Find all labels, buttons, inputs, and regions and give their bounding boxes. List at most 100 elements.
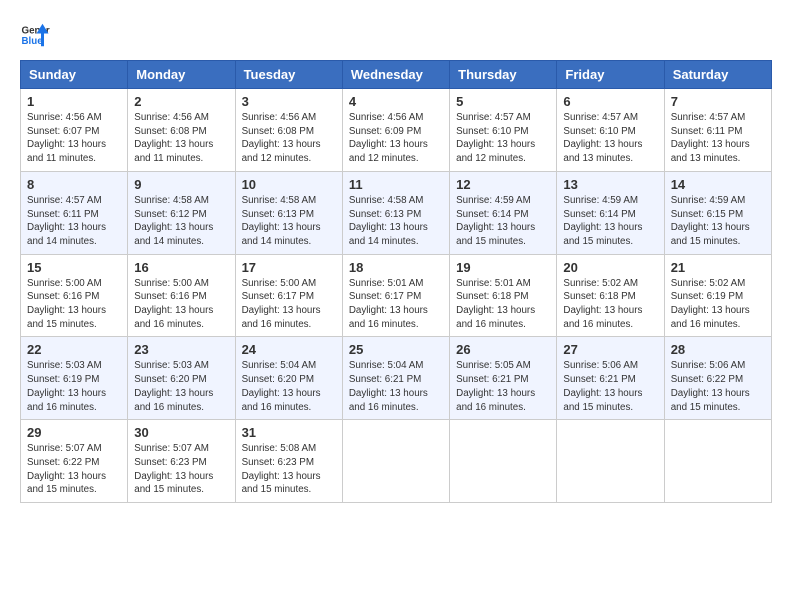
day-info: Sunrise: 5:02 AMSunset: 6:18 PMDaylight:… bbox=[563, 278, 642, 330]
day-info: Sunrise: 5:06 AMSunset: 6:21 PMDaylight:… bbox=[563, 360, 642, 412]
day-cell-22: 22 Sunrise: 5:03 AMSunset: 6:19 PMDaylig… bbox=[21, 337, 128, 420]
day-cell-5: 5 Sunrise: 4:57 AMSunset: 6:10 PMDayligh… bbox=[450, 89, 557, 172]
day-info: Sunrise: 5:07 AMSunset: 6:23 PMDaylight:… bbox=[134, 443, 213, 495]
day-info: Sunrise: 4:56 AMSunset: 6:07 PMDaylight:… bbox=[27, 112, 106, 164]
day-info: Sunrise: 5:01 AMSunset: 6:18 PMDaylight:… bbox=[456, 278, 535, 330]
day-number: 16 bbox=[134, 260, 228, 275]
day-number: 9 bbox=[134, 177, 228, 192]
day-cell-24: 24 Sunrise: 5:04 AMSunset: 6:20 PMDaylig… bbox=[235, 337, 342, 420]
col-monday: Monday bbox=[128, 61, 235, 89]
day-info: Sunrise: 4:59 AMSunset: 6:15 PMDaylight:… bbox=[671, 195, 750, 247]
day-number: 18 bbox=[349, 260, 443, 275]
day-info: Sunrise: 5:03 AMSunset: 6:20 PMDaylight:… bbox=[134, 360, 213, 412]
day-cell-11: 11 Sunrise: 4:58 AMSunset: 6:13 PMDaylig… bbox=[342, 171, 449, 254]
day-number: 14 bbox=[671, 177, 765, 192]
day-info: Sunrise: 4:56 AMSunset: 6:09 PMDaylight:… bbox=[349, 112, 428, 164]
day-cell-3: 3 Sunrise: 4:56 AMSunset: 6:08 PMDayligh… bbox=[235, 89, 342, 172]
day-info: Sunrise: 5:04 AMSunset: 6:21 PMDaylight:… bbox=[349, 360, 428, 412]
day-cell-30: 30 Sunrise: 5:07 AMSunset: 6:23 PMDaylig… bbox=[128, 420, 235, 503]
day-info: Sunrise: 5:03 AMSunset: 6:19 PMDaylight:… bbox=[27, 360, 106, 412]
day-cell-6: 6 Sunrise: 4:57 AMSunset: 6:10 PMDayligh… bbox=[557, 89, 664, 172]
day-info: Sunrise: 4:58 AMSunset: 6:12 PMDaylight:… bbox=[134, 195, 213, 247]
day-number: 4 bbox=[349, 94, 443, 109]
col-wednesday: Wednesday bbox=[342, 61, 449, 89]
week-row-3: 15 Sunrise: 5:00 AMSunset: 6:16 PMDaylig… bbox=[21, 254, 772, 337]
day-number: 8 bbox=[27, 177, 121, 192]
day-number: 11 bbox=[349, 177, 443, 192]
day-cell-13: 13 Sunrise: 4:59 AMSunset: 6:14 PMDaylig… bbox=[557, 171, 664, 254]
day-cell-2: 2 Sunrise: 4:56 AMSunset: 6:08 PMDayligh… bbox=[128, 89, 235, 172]
day-cell-12: 12 Sunrise: 4:59 AMSunset: 6:14 PMDaylig… bbox=[450, 171, 557, 254]
week-row-1: 1 Sunrise: 4:56 AMSunset: 6:07 PMDayligh… bbox=[21, 89, 772, 172]
logo: General Blue bbox=[20, 20, 50, 50]
day-info: Sunrise: 5:06 AMSunset: 6:22 PMDaylight:… bbox=[671, 360, 750, 412]
week-row-2: 8 Sunrise: 4:57 AMSunset: 6:11 PMDayligh… bbox=[21, 171, 772, 254]
day-cell-29: 29 Sunrise: 5:07 AMSunset: 6:22 PMDaylig… bbox=[21, 420, 128, 503]
svg-text:Blue: Blue bbox=[22, 36, 44, 47]
week-row-4: 22 Sunrise: 5:03 AMSunset: 6:19 PMDaylig… bbox=[21, 337, 772, 420]
day-info: Sunrise: 4:59 AMSunset: 6:14 PMDaylight:… bbox=[456, 195, 535, 247]
day-number: 26 bbox=[456, 342, 550, 357]
day-cell-16: 16 Sunrise: 5:00 AMSunset: 6:16 PMDaylig… bbox=[128, 254, 235, 337]
day-info: Sunrise: 4:57 AMSunset: 6:11 PMDaylight:… bbox=[27, 195, 106, 247]
day-cell-25: 25 Sunrise: 5:04 AMSunset: 6:21 PMDaylig… bbox=[342, 337, 449, 420]
day-number: 6 bbox=[563, 94, 657, 109]
day-cell-8: 8 Sunrise: 4:57 AMSunset: 6:11 PMDayligh… bbox=[21, 171, 128, 254]
col-saturday: Saturday bbox=[664, 61, 771, 89]
weekday-header-row: Sunday Monday Tuesday Wednesday Thursday… bbox=[21, 61, 772, 89]
day-cell-17: 17 Sunrise: 5:00 AMSunset: 6:17 PMDaylig… bbox=[235, 254, 342, 337]
day-cell-18: 18 Sunrise: 5:01 AMSunset: 6:17 PMDaylig… bbox=[342, 254, 449, 337]
day-cell-9: 9 Sunrise: 4:58 AMSunset: 6:12 PMDayligh… bbox=[128, 171, 235, 254]
day-info: Sunrise: 5:07 AMSunset: 6:22 PMDaylight:… bbox=[27, 443, 106, 495]
day-info: Sunrise: 5:02 AMSunset: 6:19 PMDaylight:… bbox=[671, 278, 750, 330]
col-sunday: Sunday bbox=[21, 61, 128, 89]
day-info: Sunrise: 5:05 AMSunset: 6:21 PMDaylight:… bbox=[456, 360, 535, 412]
day-number: 23 bbox=[134, 342, 228, 357]
day-info: Sunrise: 4:57 AMSunset: 6:10 PMDaylight:… bbox=[563, 112, 642, 164]
day-number: 13 bbox=[563, 177, 657, 192]
day-number: 21 bbox=[671, 260, 765, 275]
day-info: Sunrise: 4:56 AMSunset: 6:08 PMDaylight:… bbox=[134, 112, 213, 164]
day-number: 24 bbox=[242, 342, 336, 357]
day-cell-31: 31 Sunrise: 5:08 AMSunset: 6:23 PMDaylig… bbox=[235, 420, 342, 503]
day-cell-10: 10 Sunrise: 4:58 AMSunset: 6:13 PMDaylig… bbox=[235, 171, 342, 254]
day-cell-15: 15 Sunrise: 5:00 AMSunset: 6:16 PMDaylig… bbox=[21, 254, 128, 337]
day-number: 28 bbox=[671, 342, 765, 357]
day-info: Sunrise: 4:58 AMSunset: 6:13 PMDaylight:… bbox=[242, 195, 321, 247]
day-number: 22 bbox=[27, 342, 121, 357]
day-number: 12 bbox=[456, 177, 550, 192]
day-number: 5 bbox=[456, 94, 550, 109]
day-number: 20 bbox=[563, 260, 657, 275]
day-cell-19: 19 Sunrise: 5:01 AMSunset: 6:18 PMDaylig… bbox=[450, 254, 557, 337]
day-info: Sunrise: 4:56 AMSunset: 6:08 PMDaylight:… bbox=[242, 112, 321, 164]
day-info: Sunrise: 5:00 AMSunset: 6:17 PMDaylight:… bbox=[242, 278, 321, 330]
day-cell-23: 23 Sunrise: 5:03 AMSunset: 6:20 PMDaylig… bbox=[128, 337, 235, 420]
empty-cell bbox=[664, 420, 771, 503]
day-number: 29 bbox=[27, 425, 121, 440]
page-header: General Blue bbox=[20, 20, 772, 50]
day-cell-28: 28 Sunrise: 5:06 AMSunset: 6:22 PMDaylig… bbox=[664, 337, 771, 420]
col-friday: Friday bbox=[557, 61, 664, 89]
day-number: 31 bbox=[242, 425, 336, 440]
day-info: Sunrise: 5:08 AMSunset: 6:23 PMDaylight:… bbox=[242, 443, 321, 495]
day-number: 19 bbox=[456, 260, 550, 275]
day-info: Sunrise: 4:58 AMSunset: 6:13 PMDaylight:… bbox=[349, 195, 428, 247]
logo-icon: General Blue bbox=[20, 20, 50, 50]
day-cell-21: 21 Sunrise: 5:02 AMSunset: 6:19 PMDaylig… bbox=[664, 254, 771, 337]
day-number: 25 bbox=[349, 342, 443, 357]
empty-cell bbox=[342, 420, 449, 503]
day-info: Sunrise: 4:57 AMSunset: 6:11 PMDaylight:… bbox=[671, 112, 750, 164]
day-cell-1: 1 Sunrise: 4:56 AMSunset: 6:07 PMDayligh… bbox=[21, 89, 128, 172]
col-tuesday: Tuesday bbox=[235, 61, 342, 89]
day-cell-4: 4 Sunrise: 4:56 AMSunset: 6:09 PMDayligh… bbox=[342, 89, 449, 172]
calendar-table: Sunday Monday Tuesday Wednesday Thursday… bbox=[20, 60, 772, 503]
day-number: 10 bbox=[242, 177, 336, 192]
day-number: 3 bbox=[242, 94, 336, 109]
day-number: 17 bbox=[242, 260, 336, 275]
day-cell-27: 27 Sunrise: 5:06 AMSunset: 6:21 PMDaylig… bbox=[557, 337, 664, 420]
day-info: Sunrise: 5:01 AMSunset: 6:17 PMDaylight:… bbox=[349, 278, 428, 330]
day-info: Sunrise: 5:04 AMSunset: 6:20 PMDaylight:… bbox=[242, 360, 321, 412]
col-thursday: Thursday bbox=[450, 61, 557, 89]
day-cell-20: 20 Sunrise: 5:02 AMSunset: 6:18 PMDaylig… bbox=[557, 254, 664, 337]
day-number: 27 bbox=[563, 342, 657, 357]
